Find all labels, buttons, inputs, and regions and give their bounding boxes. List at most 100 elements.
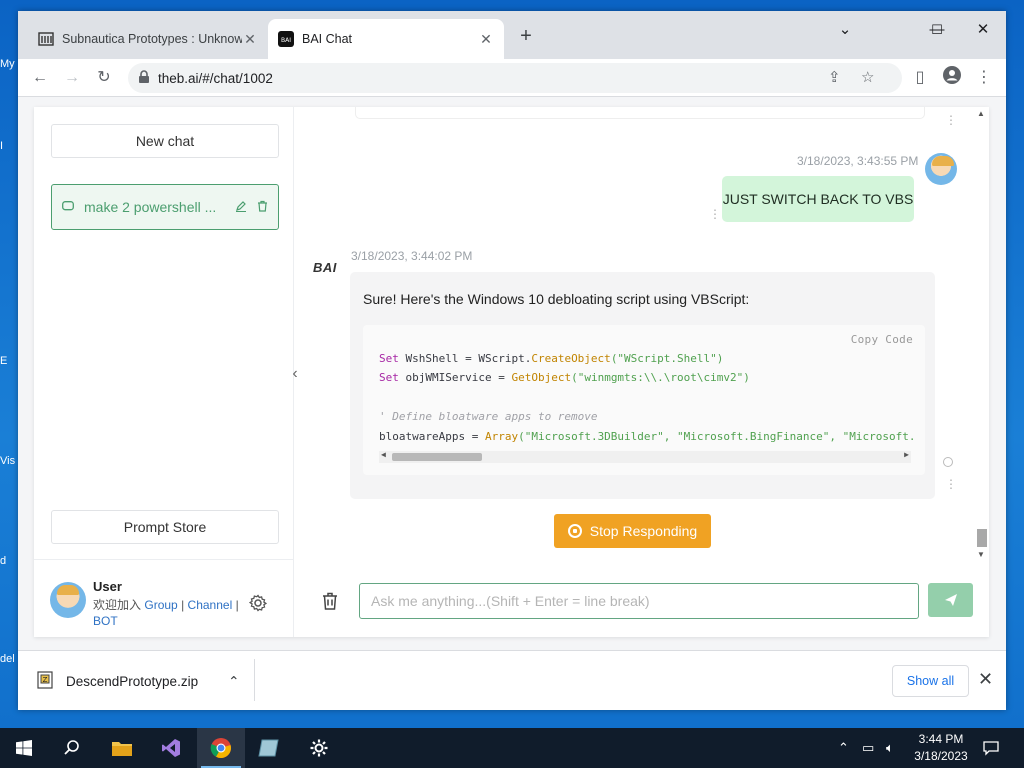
chat-input[interactable]: Ask me anything...(Shift + Enter = line … xyxy=(359,583,919,619)
close-window-button[interactable]: ✕ xyxy=(960,15,1006,45)
desktop-icon-label[interactable]: E xyxy=(0,355,7,367)
new-tab-button[interactable]: + xyxy=(516,25,536,48)
settings-gear-icon[interactable] xyxy=(248,594,268,615)
send-button[interactable] xyxy=(928,583,973,617)
desktop-icon-label[interactable]: d xyxy=(0,555,6,567)
tab-search-icon[interactable]: ⌄ xyxy=(822,15,868,45)
message-more-icon[interactable]: ⋮ xyxy=(945,477,957,491)
code-comment: ' Define bloatware apps to remove xyxy=(379,410,598,423)
bot-message-bubble: Sure! Here's the Windows 10 debloating s… xyxy=(350,272,935,499)
bot-link[interactable]: BOT xyxy=(93,614,118,628)
copy-code-button[interactable]: Copy Code xyxy=(851,333,913,346)
menu-kebab-icon[interactable]: ⋮ xyxy=(972,66,996,90)
svg-text:BAI: BAI xyxy=(281,37,291,44)
tab-title: Subnautica Prototypes : Unknow xyxy=(62,32,242,46)
chat-list-item[interactable]: make 2 powershell ... xyxy=(51,184,279,230)
tab-subnautica[interactable]: Subnautica Prototypes : Unknow ✕ xyxy=(28,19,268,59)
chevron-up-icon[interactable]: ⌃ xyxy=(228,674,239,690)
close-icon[interactable]: ✕ xyxy=(978,669,993,690)
profile-icon[interactable] xyxy=(940,66,964,90)
user-name: User xyxy=(93,579,122,594)
close-icon[interactable]: ✕ xyxy=(242,31,258,48)
browser-toolbar: ← → ↻ theb.ai/#/chat/1002 ⇪ ☆ ▯ ⋮ xyxy=(18,59,1006,97)
user-avatar xyxy=(925,153,957,185)
notifications-icon[interactable] xyxy=(983,740,999,759)
user-community-links: 欢迎加入 Group | Channel | BOT xyxy=(93,597,243,629)
scroll-left-icon[interactable]: ◀ xyxy=(381,450,386,459)
desktop-icon-label[interactable]: My xyxy=(0,58,15,70)
message-more-icon[interactable]: ⋮ xyxy=(709,207,721,221)
reload-icon[interactable]: ↻ xyxy=(92,66,116,90)
close-icon[interactable]: ✕ xyxy=(478,31,494,48)
code-line: Set WshShell = WScript.CreateObject("WSc… xyxy=(379,352,724,365)
scroll-down-icon[interactable]: ▼ xyxy=(977,550,985,559)
tab-strip: Subnautica Prototypes : Unknow ✕ BAI BAI… xyxy=(18,11,1006,59)
search-icon[interactable] xyxy=(48,728,96,768)
bai-logo: BAI xyxy=(313,260,337,275)
lock-icon xyxy=(138,69,150,87)
previous-message-edge xyxy=(355,107,925,119)
show-all-button[interactable]: Show all xyxy=(892,665,969,697)
desktop-icon-label[interactable]: del xyxy=(0,653,15,665)
tab-bai-chat[interactable]: BAI BAI Chat ✕ xyxy=(268,19,504,59)
downloads-bar: Z DescendPrototype.zip ⌃ Show all ✕ xyxy=(18,650,1006,710)
loading-spinner-icon xyxy=(943,457,953,467)
chrome-icon[interactable] xyxy=(197,728,245,768)
user-message-bubble: JUST SWITCH BACK TO VBS xyxy=(722,176,914,222)
send-icon xyxy=(944,594,957,606)
zip-file-icon: Z xyxy=(36,671,54,692)
chat-item-label: make 2 powershell ... xyxy=(84,199,217,215)
bookmark-star-icon[interactable]: ☆ xyxy=(861,68,874,86)
delete-icon[interactable] xyxy=(257,199,268,215)
download-filename: DescendPrototype.zip xyxy=(66,674,199,689)
forward-icon[interactable]: → xyxy=(60,66,84,90)
taskbar-clock[interactable]: 3:44 PM 3/18/2023 xyxy=(908,731,974,765)
scrollbar-thumb[interactable] xyxy=(977,529,987,547)
group-link[interactable]: Group xyxy=(144,598,177,612)
desktop-icon-label[interactable]: Vis xyxy=(0,455,15,467)
desktop-icon-label[interactable]: I xyxy=(0,140,3,152)
new-chat-button[interactable]: New chat xyxy=(51,124,279,158)
clock-date: 3/18/2023 xyxy=(914,749,968,763)
scrollbar-thumb[interactable] xyxy=(392,453,482,461)
show-hidden-icons-chevron[interactable]: ⌃ xyxy=(838,740,849,756)
scroll-right-icon[interactable]: ▶ xyxy=(904,450,909,459)
app-window-icon[interactable] xyxy=(245,728,293,768)
avatar xyxy=(50,582,86,618)
chat-main: ⋮ 3/18/2023, 3:43:55 PM ⋮ JUST SWITCH BA… xyxy=(295,107,989,637)
side-panel-icon[interactable]: ▯ xyxy=(908,66,932,90)
sidebar: New chat make 2 powershell ... Prompt St… xyxy=(34,107,294,637)
separator: | xyxy=(235,598,239,612)
visual-studio-icon[interactable] xyxy=(147,728,195,768)
chat-app: New chat make 2 powershell ... Prompt St… xyxy=(34,107,989,637)
download-item[interactable]: Z DescendPrototype.zip ⌃ xyxy=(36,671,239,692)
user-panel: User 欢迎加入 Group | Channel | BOT xyxy=(34,559,294,637)
message-more-icon[interactable]: ⋮ xyxy=(945,113,957,127)
chat-vertical-scrollbar[interactable]: ▲ ▼ xyxy=(974,107,989,562)
maximize-icon[interactable]: ☐ xyxy=(914,15,960,45)
prompt-store-button[interactable]: Prompt Store xyxy=(51,510,279,544)
settings-icon[interactable] xyxy=(295,728,343,768)
browser-window: Subnautica Prototypes : Unknow ✕ BAI BAI… xyxy=(18,11,1006,710)
volume-icon[interactable]: 🔈︎ xyxy=(886,740,894,756)
divider xyxy=(254,659,255,701)
share-icon[interactable]: ⇪ xyxy=(828,68,841,86)
code-line: bloatwareApps = Array("Microsoft.3DBuild… xyxy=(379,430,916,443)
stop-circle-icon xyxy=(567,524,582,538)
library-icon xyxy=(38,31,54,47)
message-timestamp: 3/18/2023, 3:43:55 PM xyxy=(797,154,919,168)
network-icon[interactable]: ▭ xyxy=(862,740,874,756)
back-icon[interactable]: ← xyxy=(28,66,52,90)
scroll-up-icon[interactable]: ▲ xyxy=(977,109,985,118)
clear-chat-trash-icon[interactable] xyxy=(321,591,339,611)
bai-icon: BAI xyxy=(278,31,294,47)
start-windows-icon[interactable] xyxy=(0,728,48,768)
stop-responding-button[interactable]: Stop Responding xyxy=(554,514,711,548)
edit-icon[interactable] xyxy=(235,199,247,215)
file-explorer-icon[interactable] xyxy=(98,728,146,768)
code-horizontal-scrollbar[interactable]: ◀ ▶ xyxy=(379,450,911,463)
separator: | xyxy=(181,598,185,612)
chat-bubble-icon xyxy=(62,199,74,215)
channel-link[interactable]: Channel xyxy=(188,598,233,612)
address-bar[interactable]: theb.ai/#/chat/1002 ⇪ ☆ xyxy=(128,63,902,93)
